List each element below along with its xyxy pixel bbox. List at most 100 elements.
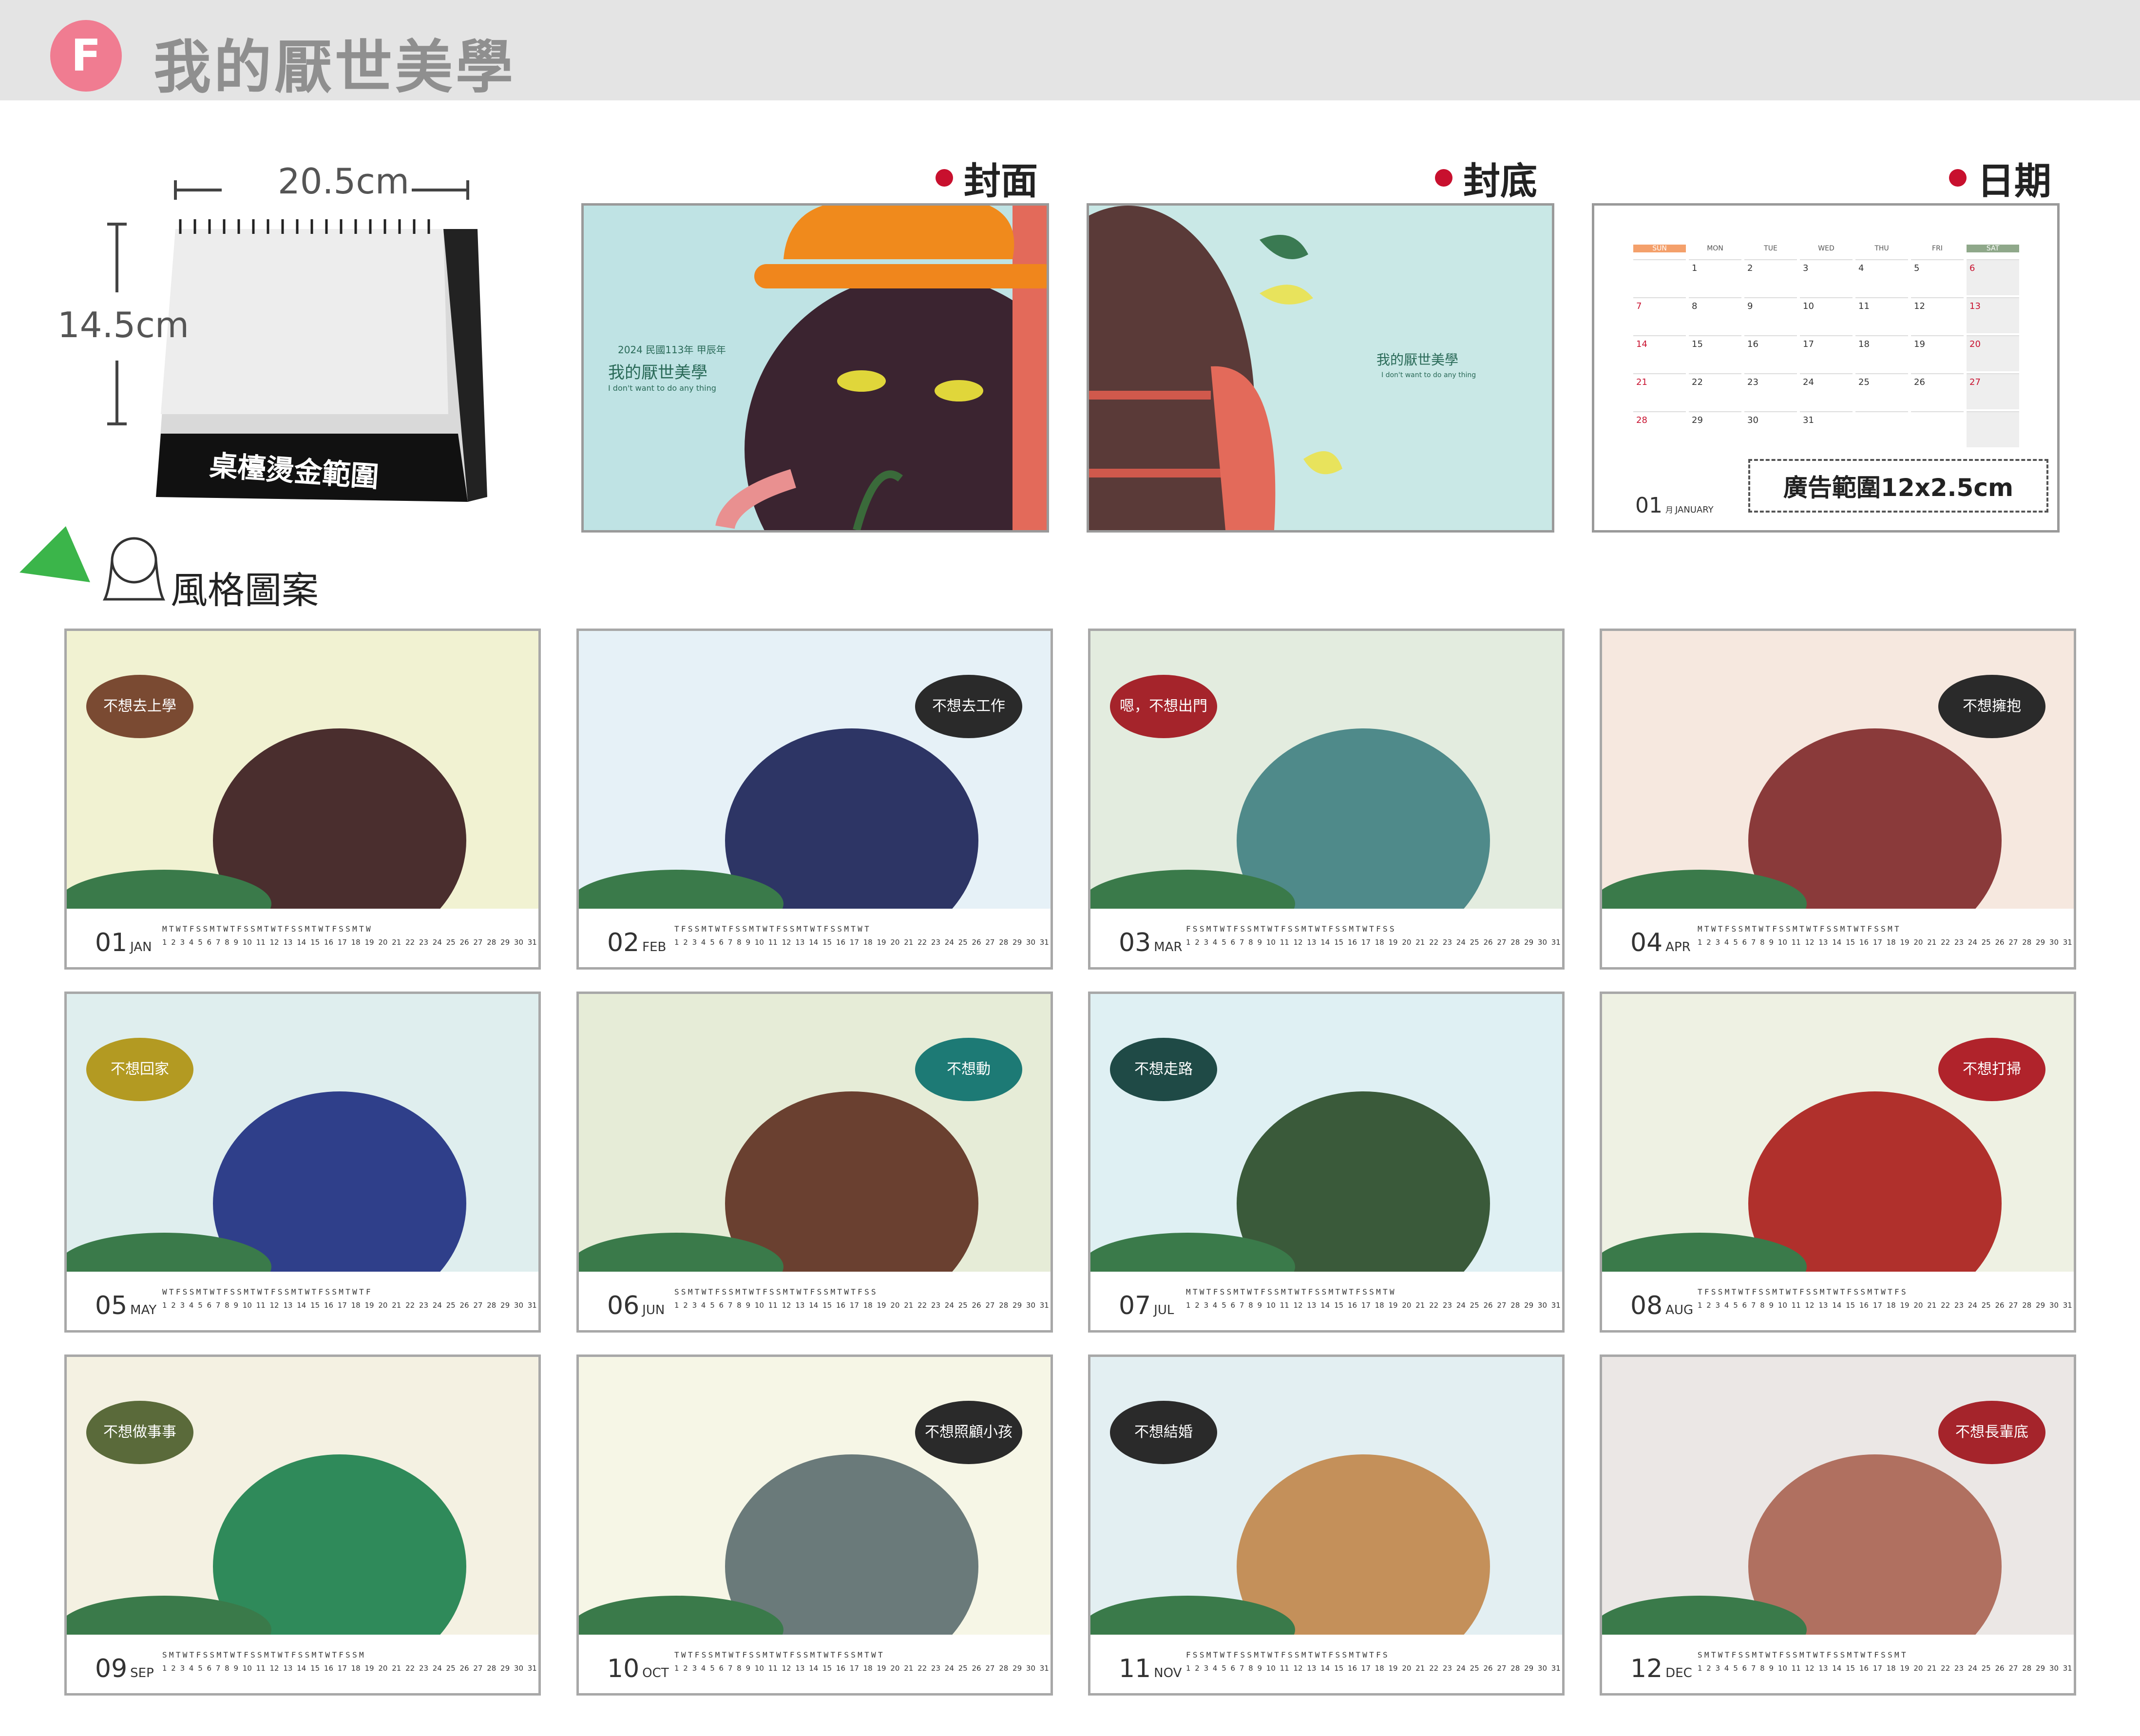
height-label: 14.5cm	[57, 305, 190, 345]
month-number: 06 JUN	[607, 1291, 665, 1320]
speech-bubble: 不想動	[915, 1038, 1022, 1101]
cover-label: 封面	[936, 151, 1038, 205]
month-footer: 12 DEC SMTWTFSSMTWTFSSMTWTFSSMTWTFSSMT 1 2 …	[1602, 1635, 2074, 1693]
day-cell: 24	[1800, 373, 1853, 409]
month-number-text: 07	[1119, 1291, 1151, 1320]
day-cell: 16	[1744, 335, 1797, 371]
day-cell	[1967, 411, 2019, 447]
weekday-row: MTWTFSSMTWTFSSMTWTFSSMTWTFSSMTW	[162, 924, 373, 934]
month-card: 不想結婚 11 NOV FSSMTWTFSSMTWTFSSMTWTFSSMTWTFS 1…	[1088, 1354, 1565, 1696]
day-cell: 18	[1855, 335, 1908, 371]
month-card: 不想回家 05 MAY WTFSSMTWTFSSMTWTFSSMTWTFSSMTWTF…	[64, 992, 541, 1333]
day-cell: 19	[1911, 335, 1964, 371]
weekday-header: WED	[1818, 245, 1834, 252]
cover-text-year: 2024 民國113年 甲辰年	[618, 344, 726, 356]
day-cell: 27	[1967, 373, 2019, 409]
day-cell: 10	[1800, 297, 1853, 333]
month-name-text: JAN	[130, 940, 152, 954]
month-number-text: 11	[1119, 1654, 1151, 1683]
month-footer: 06 JUN SSMTWTFSSMTWTFSSMTWTFSSMTWTFSS 1 2 3…	[579, 1272, 1051, 1330]
month-footer: 07 JUL MTWTFSSMTWTFSSMTWTFSSMTWTFSSMTW 1 2 …	[1090, 1272, 1562, 1330]
day-cell: 14	[1633, 335, 1686, 371]
speech-bubble: 不想照顧小孩	[915, 1401, 1022, 1464]
weekday-header: FRI	[1932, 245, 1943, 252]
month-card: 不想照顧小孩 10 OCT TWTFSSMTWTFSSMTWTFSSMTWTFSSMT…	[576, 1354, 1053, 1696]
month-number: 10 OCT	[607, 1654, 669, 1683]
month-card: 不想去上學 01 JAN MTWTFSSMTWTFSSMTWTFSSMTWTFSSMT…	[64, 629, 541, 970]
month-number-text: 04	[1630, 928, 1663, 957]
weekday-row: SMTWTFSSMTWTFSSMTWTFSSMTWTFSSM	[162, 1650, 366, 1660]
month-footer: 09 SEP SMTWTFSSMTWTFSSMTWTFSSMTWTFSSM 1 2 3…	[67, 1635, 538, 1693]
day-row: 1 2 3 4 5 6 7 8 9 10 11 12 13 14 15 16 1…	[674, 938, 1049, 947]
month-footer: 05 MAY WTFSSMTWTFSSMTWTFSSMTWTFSSMTWTF 1 2 …	[67, 1272, 538, 1330]
animal-illustration: 不想長輩底	[1602, 1357, 2074, 1679]
day-row: 1 2 3 4 5 6 7 8 9 10 11 12 13 14 15 16 1…	[162, 1664, 537, 1673]
month-number-text: 10	[607, 1654, 640, 1683]
month-name-text: SEP	[130, 1666, 154, 1680]
weekday-header: THU	[1874, 245, 1889, 252]
month-footer: 01 JAN MTWTFSSMTWTFSSMTWTFSSMTWTFSSMTW 1 2 …	[67, 909, 538, 967]
weekday-header: MON	[1707, 245, 1723, 252]
cover-preview: 2024 民國113年 甲辰年 我的厭世美學 I don't want to d…	[581, 203, 1049, 533]
back-label: 封底	[1435, 151, 1537, 205]
month-name-text: OCT	[642, 1666, 669, 1680]
style-section-label: 風格圖案	[171, 569, 319, 612]
day-cell	[1911, 411, 1964, 447]
animal-illustration: 不想照顧小孩	[579, 1357, 1051, 1679]
day-row: 1 2 3 4 5 6 7 8 9 10 11 12 13 14 15 16 1…	[1186, 938, 1561, 947]
month-number: 05 MAY	[95, 1291, 156, 1320]
animal-illustration: 嗯，不想出門	[1090, 631, 1562, 953]
month-number: 03 MAR	[1119, 928, 1182, 957]
month-name-text: NOV	[1154, 1666, 1182, 1680]
day-cell	[1633, 259, 1686, 295]
month-name-text: JUL	[1154, 1303, 1174, 1317]
month-footer: 04 APR MTWTFSSMTWTFSSMTWTFSSMTWTFSSMT 1 2 3…	[1602, 909, 2074, 967]
month-card: 不想擁抱 04 APR MTWTFSSMTWTFSSMTWTFSSMTWTFSSMT 1…	[1600, 629, 2076, 970]
girl-icon	[100, 531, 168, 606]
day-cell: 25	[1855, 373, 1908, 409]
day-cell: 29	[1689, 411, 1741, 447]
animal-illustration: 不想擁抱	[1602, 631, 2074, 953]
month-card: 嗯，不想出門 03 MAR FSSMTWTFSSMTWTFSSMTWTFSSMTWTF…	[1088, 629, 1565, 970]
day-cell: 30	[1744, 411, 1797, 447]
date-page-preview: SUN MON TUE WED THU FRI SAT 1 2 3 4 5 6 7 8 9 10 11 12 13 14…	[1592, 203, 2060, 533]
animal-illustration: 不想做事事	[67, 1357, 538, 1679]
day-row: 1 2 3 4 5 6 7 8 9 10 11 12 13 14 15 16 1…	[1186, 1664, 1561, 1673]
weekday-row: MTWTFSSMTWTFSSMTWTFSSMTWTFSSMTW	[1186, 1287, 1396, 1297]
day-cell: 15	[1689, 335, 1741, 371]
day-cell: 8	[1689, 297, 1741, 333]
day-cell: 17	[1800, 335, 1853, 371]
day-cell: 26	[1911, 373, 1964, 409]
weekday-header: SAT	[1967, 245, 2019, 252]
weekday-row: TFSSMTWTFSSMTWTFSSMTWTFSSMTWTFS	[1698, 1287, 1908, 1297]
month-card: 不想動 06 JUN SSMTWTFSSMTWTFSSMTWTFSSMTWTFSS 1 …	[576, 992, 1053, 1333]
animal-illustration: 不想打掃	[1602, 994, 2074, 1316]
day-row: 1 2 3 4 5 6 7 8 9 10 11 12 13 14 15 16 1…	[1698, 938, 2072, 947]
animal-illustration: 不想去上學	[67, 631, 538, 953]
month-footer: 08 AUG TFSSMTWTFSSMTWTFSSMTWTFSSMTWTFS 1 2 …	[1602, 1272, 2074, 1330]
style-badge: F	[50, 20, 122, 92]
month-card: 不想去工作 02 FEB TFSSMTWTFSSMTWTFSSMTWTFSSMTWT 1…	[576, 629, 1053, 970]
month-number: 09 SEP	[95, 1654, 154, 1683]
weekday-row: WTFSSMTWTFSSMTWTFSSMTWTFSSMTWTF	[162, 1287, 373, 1297]
month-number: 04 APR	[1630, 928, 1691, 957]
weekday-header: SUN	[1633, 245, 1686, 252]
month-card: 不想做事事 09 SEP SMTWTFSSMTWTFSSMTWTFSSMTWTFSSM…	[64, 1354, 541, 1696]
cat-back-illustration	[1089, 206, 1342, 530]
day-cell: 23	[1744, 373, 1797, 409]
day-cell: 3	[1800, 259, 1853, 295]
day-cell: 9	[1744, 297, 1797, 333]
weekday-header: TUE	[1764, 245, 1777, 252]
month-footer: 10 OCT TWTFSSMTWTFSSMTWTFSSMTWTFSSMTWT 1 2 …	[579, 1635, 1051, 1693]
day-cell: 21	[1633, 373, 1686, 409]
weekday-row: TWTFSSMTWTFSSMTWTFSSMTWTFSSMTWT	[674, 1650, 885, 1660]
speech-bubble: 不想走路	[1110, 1038, 1217, 1101]
date-month-label: 01 月 JANUARY	[1635, 493, 1714, 518]
back-text-title: 我的厭世美學	[1376, 352, 1459, 368]
weekday-row: MTWTFSSMTWTFSSMTWTFSSMTWTFSSMT	[1698, 924, 1901, 934]
month-card: 不想打掃 08 AUG TFSSMTWTFSSMTWTFSSMTWTFSSMTWTFS…	[1600, 992, 2076, 1333]
day-row: 1 2 3 4 5 6 7 8 9 10 11 12 13 14 15 16 1…	[162, 938, 537, 947]
animal-illustration: 不想走路	[1090, 994, 1562, 1316]
month-number: 01 JAN	[95, 928, 152, 957]
day-row: 1 2 3 4 5 6 7 8 9 10 11 12 13 14 15 16 1…	[674, 1664, 1049, 1673]
